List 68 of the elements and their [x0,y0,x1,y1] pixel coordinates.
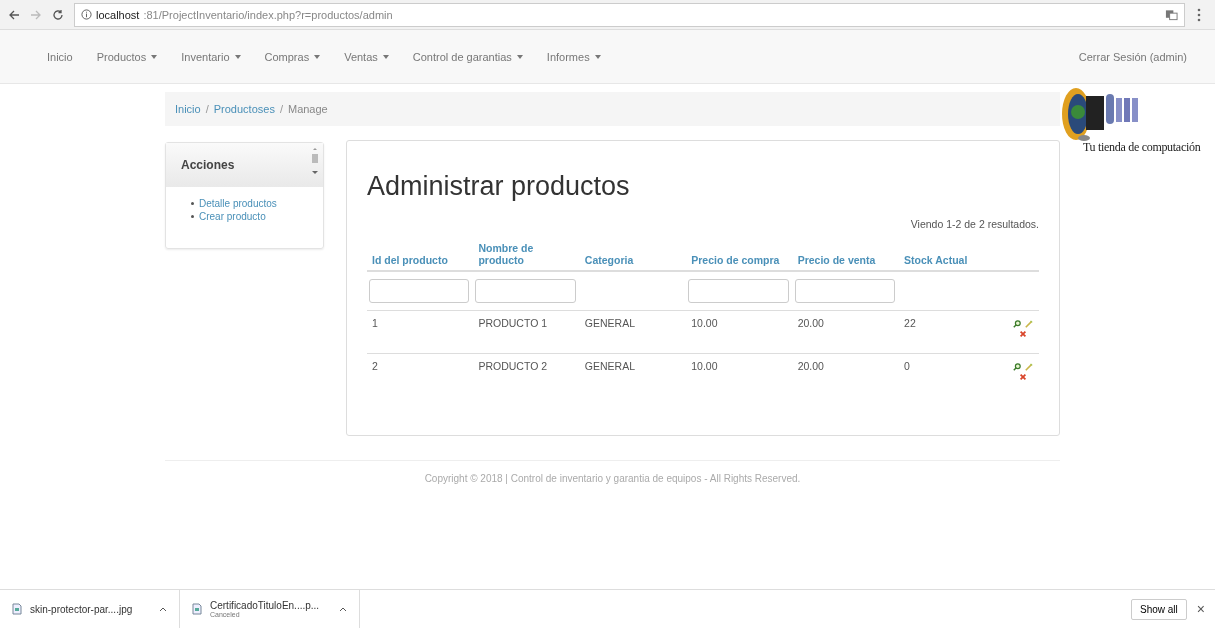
table-cell: 20.00 [797,360,824,372]
table-cell: 10.00 [691,360,718,372]
logo-tagline: Tu tienda de computación [1083,140,1202,155]
column-header[interactable]: Categoria [584,254,634,266]
column-header[interactable]: Id del producto [372,254,448,266]
results-summary: Viendo 1-2 de 2 resultados. [910,218,1039,230]
table-cell: 20.00 [797,317,824,329]
filter-field[interactable] [475,279,576,303]
delete-icon[interactable] [1018,330,1027,338]
copyright-text: Copyright © 2018 | Control de inventario y garantia de equipos - All Rights Reserved. [424,473,801,484]
file-icon [12,603,22,615]
filter-field[interactable] [369,279,470,303]
bullet-icon [191,215,194,218]
nav-item[interactable]: Compras [264,50,321,63]
scrollbar-icon[interactable] [311,146,319,176]
column-header[interactable]: Precio de compra [691,254,780,266]
table-cell: 10.00 [691,317,718,329]
breadcrumb-text: Manage [287,103,328,115]
table-cell: GENERAL [584,317,636,329]
filter-field[interactable] [794,279,895,303]
logout-link[interactable]: Cerrar Sesión (admin) [1078,50,1187,63]
search-icon[interactable] [1012,320,1021,328]
breadcrumb-link[interactable]: Inicio [175,103,201,115]
panel-title: Acciones [181,158,235,172]
reload-icon[interactable] [52,8,64,21]
nav-item[interactable]: Inicio [47,50,73,63]
file-icon [192,603,202,615]
address-bar[interactable]: localhost :81/ProjectInventario/index.php?r=productos/admin [74,2,1185,27]
nav-item[interactable]: Productos [96,50,158,63]
column-header[interactable]: Precio de venta [797,254,876,266]
table-cell: 2 [372,360,378,372]
sidebar-link[interactable]: Crear producto [199,210,266,223]
column-header[interactable]: Stock Actual [904,254,968,266]
caret-icon [234,54,241,59]
nav-item[interactable]: Ventas [344,50,389,63]
caret-icon [382,54,389,59]
filter-field[interactable] [688,279,789,303]
show-all-button[interactable]: Show all [1131,598,1187,620]
sidebar-link[interactable]: Detalle productos [199,197,277,210]
table-cell: PRODUCTO 2 [478,360,548,372]
page-title: Administrar productos [367,171,631,202]
breadcrumb-separator: / [279,103,283,115]
info-icon [81,9,92,20]
delete-icon[interactable] [1018,373,1027,381]
table-cell: GENERAL [584,360,636,372]
caret-icon [314,54,321,59]
table-cell: 0 [904,360,910,372]
table-cell: PRODUCTO 1 [478,317,548,329]
back-icon[interactable] [8,8,20,21]
nav-item[interactable]: Control de garantias [412,50,523,63]
table-cell: 22 [904,317,916,329]
caret-icon [594,54,601,59]
menu-icon[interactable] [1197,7,1201,22]
download-item[interactable]: skin-protector-par....jpg [0,590,180,628]
breadcrumb-separator: / [205,103,209,115]
table-cell: 1 [372,317,378,329]
column-header[interactable]: Nombre de producto [478,242,575,266]
chevron-up-icon[interactable] [339,606,347,612]
search-icon[interactable] [1012,363,1021,371]
close-button[interactable]: × [1192,601,1209,617]
bullet-icon [191,202,194,205]
nav-item[interactable]: Inventario [181,50,241,63]
caret-icon [151,54,158,59]
nav-item[interactable]: Informes [546,50,601,63]
caret-icon [516,54,523,59]
chevron-up-icon[interactable] [159,606,167,612]
breadcrumb-link[interactable]: Productoses [213,103,275,115]
translate-icon[interactable] [1165,8,1178,21]
